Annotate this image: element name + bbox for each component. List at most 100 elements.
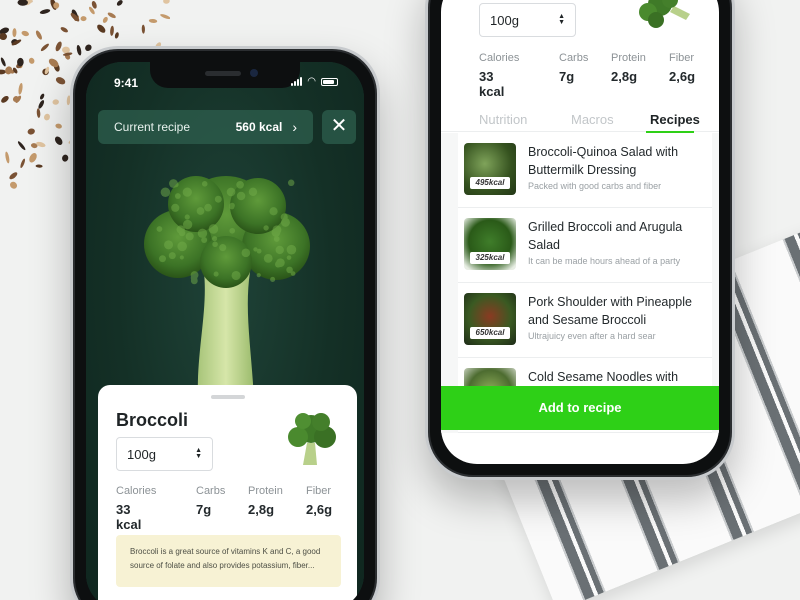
floret <box>174 193 181 199</box>
screen-right: 100g ▲ ▼ Calories 33 kcal Carbs 7g Protei… <box>441 0 719 464</box>
seed <box>62 46 70 54</box>
seed <box>0 69 6 75</box>
nutrition-label: Protein <box>248 485 283 497</box>
seed <box>160 14 170 20</box>
nutrition-value: 2,6g <box>669 69 696 84</box>
list-item[interactable]: 650kcal Pork Shoulder with Pineapple and… <box>458 283 712 358</box>
floret <box>160 187 171 197</box>
floret <box>156 226 163 232</box>
floret <box>183 219 193 230</box>
seed <box>18 83 23 95</box>
seed <box>163 0 170 4</box>
floret <box>263 253 273 263</box>
nutrition-label: Calories <box>479 52 520 64</box>
list-item[interactable]: 495kcal Broccoli-Quinoa Salad with Butte… <box>458 133 712 208</box>
seed <box>110 25 114 36</box>
current-recipe-bar[interactable]: Current recipe 560 kcal › <box>98 110 313 144</box>
nutrition-label: Carbs <box>559 52 589 64</box>
floret <box>280 213 288 221</box>
seed <box>80 16 87 22</box>
select-arrows-icon: ▲ ▼ <box>195 447 202 460</box>
nutrition-value: 33 kcal <box>116 502 142 532</box>
floret <box>213 271 219 277</box>
seed <box>114 32 119 39</box>
seed <box>28 57 35 64</box>
seed <box>35 30 42 40</box>
phone-left: 9:41 ◠ Current recipe 560 kcal › ✕ Brocc… <box>70 46 380 600</box>
seed <box>0 57 6 67</box>
recipe-description: It can be made hours ahead of a party <box>528 256 681 266</box>
nutrition-value: 7g <box>196 502 212 517</box>
drag-handle[interactable] <box>211 395 245 399</box>
floret <box>159 255 166 263</box>
seed <box>76 45 82 56</box>
screen-left: 9:41 ◠ Current recipe 560 kcal › ✕ Brocc… <box>86 62 364 600</box>
wifi-icon: ◠ <box>307 76 316 87</box>
nutrition-value: 2,6g <box>306 502 333 517</box>
floret <box>248 187 258 196</box>
signal-icon <box>291 77 303 86</box>
floret <box>231 270 241 281</box>
floret <box>236 180 244 189</box>
seed <box>12 28 17 38</box>
seed <box>62 154 69 162</box>
floret <box>168 252 176 260</box>
nutrition-label: Protein <box>611 52 646 64</box>
speaker <box>205 71 241 76</box>
seed <box>36 108 41 118</box>
floret <box>272 225 282 235</box>
tab-recipes[interactable]: Recipes <box>650 112 700 127</box>
floret <box>256 273 261 278</box>
food-title: Broccoli <box>116 410 189 430</box>
floret <box>253 247 258 252</box>
seed <box>55 77 66 85</box>
status-time: 9:41 <box>114 76 139 90</box>
recipe-description: Packed with good carbs and fiber <box>528 181 662 191</box>
seed <box>85 44 92 51</box>
seed <box>107 12 116 19</box>
floret <box>286 244 297 255</box>
add-to-recipe-button[interactable]: Add to recipe <box>441 386 719 430</box>
current-recipe-kcal: 560 kcal <box>235 120 283 134</box>
seed <box>40 93 45 100</box>
seed <box>55 41 62 52</box>
nutrition-value: 2,8g <box>248 502 275 517</box>
close-button[interactable]: ✕ <box>322 110 356 144</box>
seed <box>27 128 35 135</box>
seed <box>5 66 13 75</box>
seed <box>52 99 59 105</box>
seed <box>102 16 108 23</box>
phone-right: 100g ▲ ▼ Calories 33 kcal Carbs 7g Protei… <box>425 0 735 480</box>
tab-nutrition[interactable]: Nutrition <box>479 112 527 127</box>
floret <box>214 195 222 203</box>
quantity-select[interactable]: 100g ▲ ▼ <box>116 437 213 471</box>
floret <box>241 248 251 258</box>
current-recipe-label: Current recipe <box>114 120 191 134</box>
list-item[interactable]: 325kcal Grilled Broccoli and Arugula Sal… <box>458 208 712 283</box>
floret <box>182 187 192 197</box>
nutrition-label: Fiber <box>306 485 332 497</box>
broccoli-thumbnail <box>288 413 336 465</box>
seed <box>54 136 63 145</box>
nutrition-label: Carbs <box>196 485 226 497</box>
recipe-title: Pork Shoulder with Pineapple and Sesame … <box>528 295 692 327</box>
floret <box>190 277 198 285</box>
recipe-description: Ultrajuicy even after a hard sear <box>528 331 656 341</box>
floret <box>275 245 284 255</box>
tab-macros[interactable]: Macros <box>571 112 614 127</box>
floret <box>164 240 174 250</box>
notch <box>150 62 300 88</box>
seed <box>148 18 158 23</box>
kcal-badge: 325kcal <box>470 252 510 264</box>
floret <box>229 204 235 210</box>
floret <box>179 255 184 260</box>
floret <box>270 276 276 282</box>
quantity-select[interactable]: 100g ▲ ▼ <box>479 3 576 37</box>
quantity-value: 100g <box>490 12 519 28</box>
seed <box>5 151 10 164</box>
floret <box>276 258 285 267</box>
floret <box>177 241 187 252</box>
seed <box>141 24 145 34</box>
seed <box>40 43 49 52</box>
floret <box>171 203 180 212</box>
